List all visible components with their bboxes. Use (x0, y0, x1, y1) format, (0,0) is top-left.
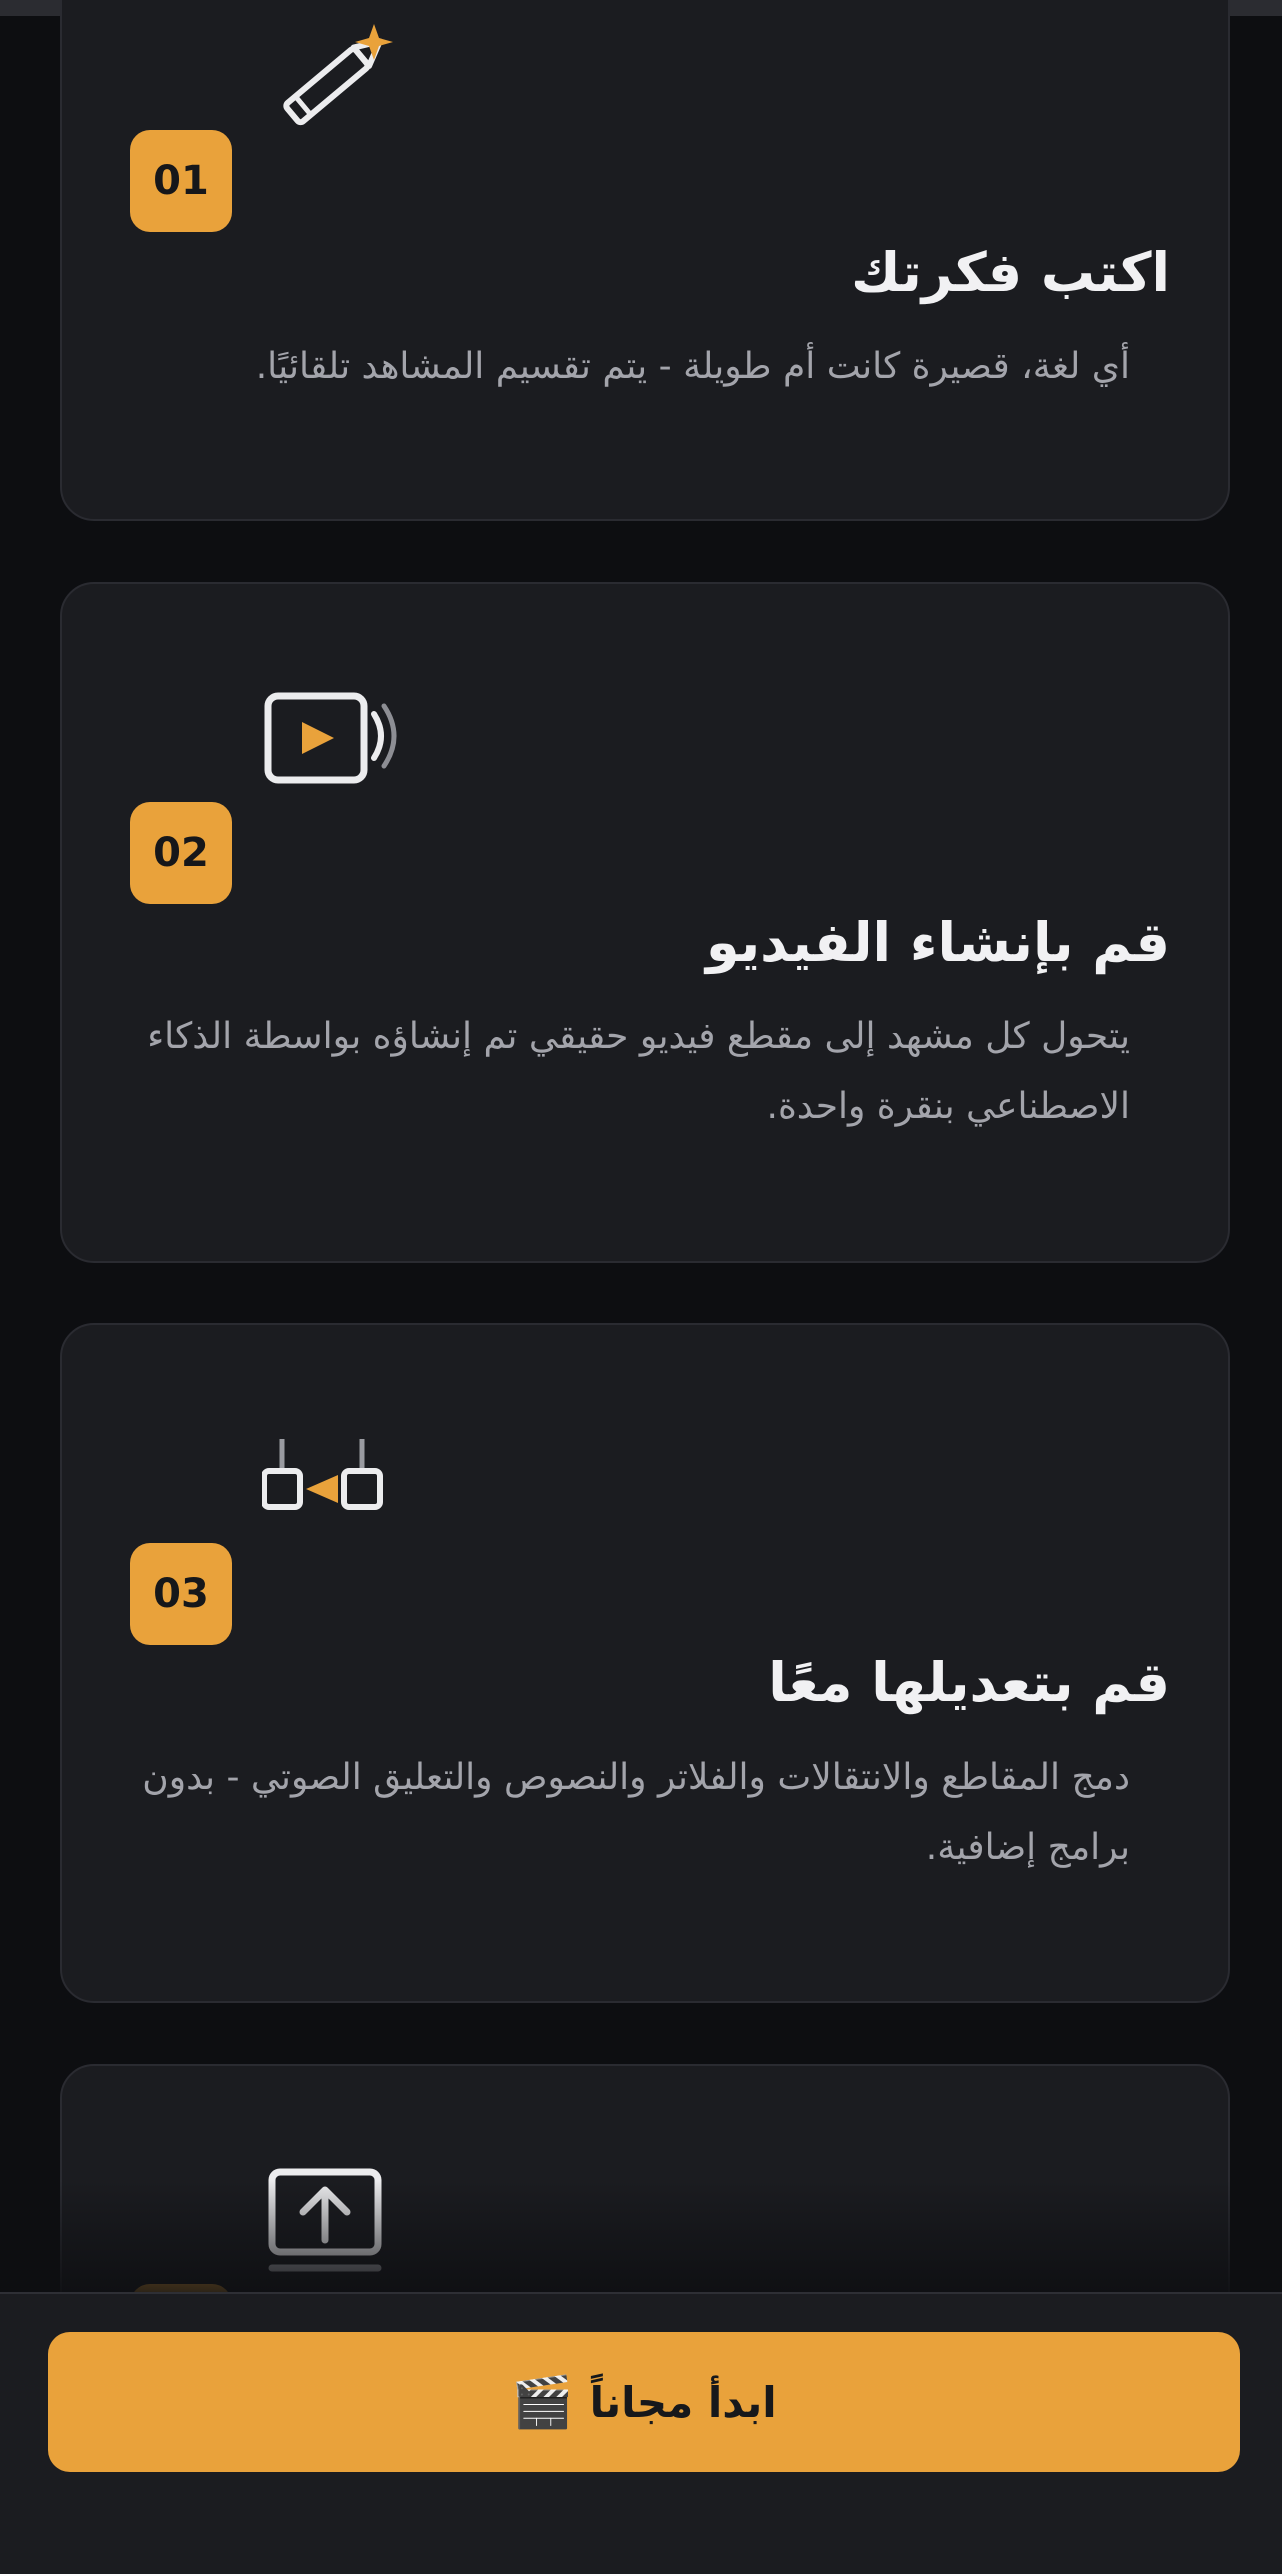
step-card-3: 03 قم بتعديلها معًا دمج المقاطع والانتقا… (60, 1323, 1230, 2003)
step-description: أي لغة، قصيرة كانت أم طويلة - يتم تقسيم … (255, 346, 1130, 387)
step-card-2: 02 قم بإنشاء الفيديو يتحول كل مشهد إلى م… (60, 582, 1230, 1263)
step-title: قم بتعديلها معًا (768, 1651, 1170, 1714)
scroll-fade (0, 2180, 1282, 2292)
step-number-badge: 02 (130, 802, 232, 904)
step-description: دمج المقاطع والانتقالات والفلاتر والنصوص… (142, 1757, 1130, 1868)
step-card-1: 01 اكتب فكرتك أي لغة، قصيرة كانت أم طويل… (60, 0, 1230, 521)
sticky-bottom-bar: ابدأ مجاناً 🎬 (0, 2292, 1282, 2574)
clapperboard-icon: 🎬 (511, 2372, 574, 2431)
video-play-icon (262, 684, 402, 794)
pencil-sparkle-icon (262, 24, 402, 134)
step-title: قم بإنشاء الفيديو (706, 911, 1170, 974)
page: 01 اكتب فكرتك أي لغة، قصيرة كانت أم طويل… (0, 0, 1282, 2574)
step-number-badge: 03 (130, 1543, 232, 1645)
start-free-button[interactable]: ابدأ مجاناً 🎬 (48, 2332, 1240, 2472)
start-free-label: ابدأ مجاناً (589, 2377, 777, 2427)
step-number-badge: 01 (130, 130, 232, 232)
step-title: اكتب فكرتك (851, 241, 1170, 304)
step-description: يتحول كل مشهد إلى مقطع فيديو حقيقي تم إن… (147, 1016, 1130, 1127)
edit-clips-icon (261, 1425, 402, 1535)
